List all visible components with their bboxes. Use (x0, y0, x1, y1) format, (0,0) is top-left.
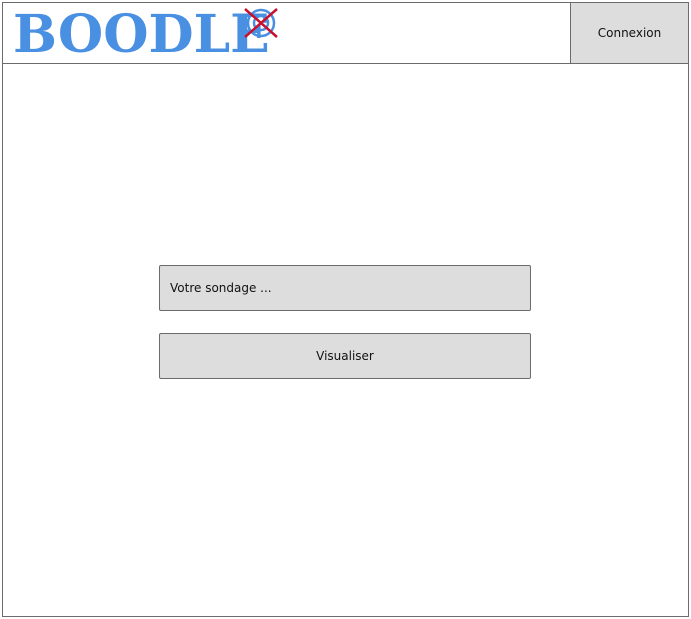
view-button[interactable]: Visualiser (159, 333, 531, 379)
main-content: Visualiser (3, 64, 688, 616)
logo: BOODLE (13, 4, 283, 65)
poll-input[interactable] (159, 265, 531, 311)
login-button[interactable]: Connexion (570, 3, 688, 63)
app-frame: BOODLE Connexion Visualiser (2, 2, 689, 617)
crossed-target-icon (244, 8, 278, 38)
header-bar: BOODLE Connexion (3, 3, 688, 65)
logo-text: BOODLE (13, 4, 270, 65)
